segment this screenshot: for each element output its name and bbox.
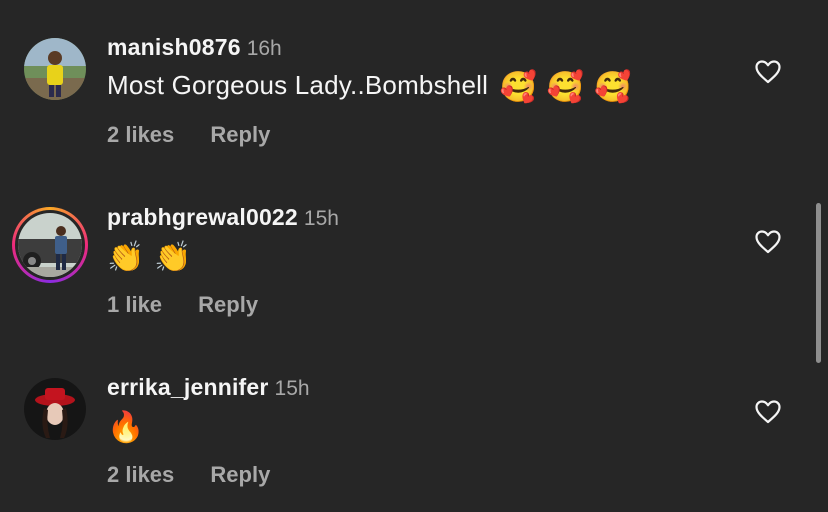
user-avatar-photo-icon [18, 213, 82, 277]
likes-count[interactable]: 2 likes [107, 462, 174, 487]
timestamp: 16h [246, 37, 282, 60]
reply-button[interactable]: Reply [198, 292, 258, 317]
comment-header: errika_jennifer 15h [107, 374, 310, 401]
comment-actions: 1 like Reply [107, 292, 258, 318]
comment-text: 🔥 [103, 410, 145, 445]
story-ring[interactable] [12, 207, 88, 283]
reply-button[interactable]: Reply [210, 462, 270, 487]
comment-text: Most Gorgeous Lady..Bombshell 🥰 🥰 🥰 [107, 70, 632, 105]
clapping-hands-emoji: 👏 👏 [107, 240, 192, 275]
heart-icon[interactable] [755, 400, 781, 424]
comment-header: prabhgrewal0022 15h [107, 204, 339, 231]
smiling-face-with-hearts-emoji: 🥰 🥰 🥰 [499, 70, 632, 105]
comment-body: Most Gorgeous Lady..Bombshell [107, 70, 489, 100]
timestamp: 15h [274, 377, 310, 400]
heart-icon[interactable] [755, 60, 781, 84]
comment-text: 👏 👏 [103, 240, 192, 275]
comment-item: manish0876 16h Most Gorgeous Lady..Bombsh… [0, 0, 800, 170]
scrollbar[interactable] [816, 203, 821, 363]
username[interactable]: manish0876 [107, 34, 241, 60]
reply-button[interactable]: Reply [210, 122, 270, 147]
user-avatar-photo-icon [24, 378, 86, 440]
likes-count[interactable]: 2 likes [107, 122, 174, 147]
user-avatar-photo-icon [24, 38, 86, 100]
avatar[interactable] [18, 213, 82, 277]
username[interactable]: prabhgrewal0022 [107, 204, 298, 230]
heart-icon[interactable] [755, 230, 781, 254]
comment-actions: 2 likes Reply [107, 462, 270, 488]
comment-actions: 2 likes Reply [107, 122, 270, 148]
comment-item: errika_jennifer 15h 🔥 2 likes Reply [0, 340, 800, 510]
username[interactable]: errika_jennifer [107, 374, 269, 400]
timestamp: 15h [303, 207, 339, 230]
avatar[interactable] [24, 378, 86, 440]
fire-emoji: 🔥 [107, 410, 145, 445]
comment-header: manish0876 16h [107, 34, 282, 61]
avatar[interactable] [24, 38, 86, 100]
comment-item: prabhgrewal0022 15h 👏 👏 1 like Reply [0, 170, 800, 340]
likes-count[interactable]: 1 like [107, 292, 162, 317]
